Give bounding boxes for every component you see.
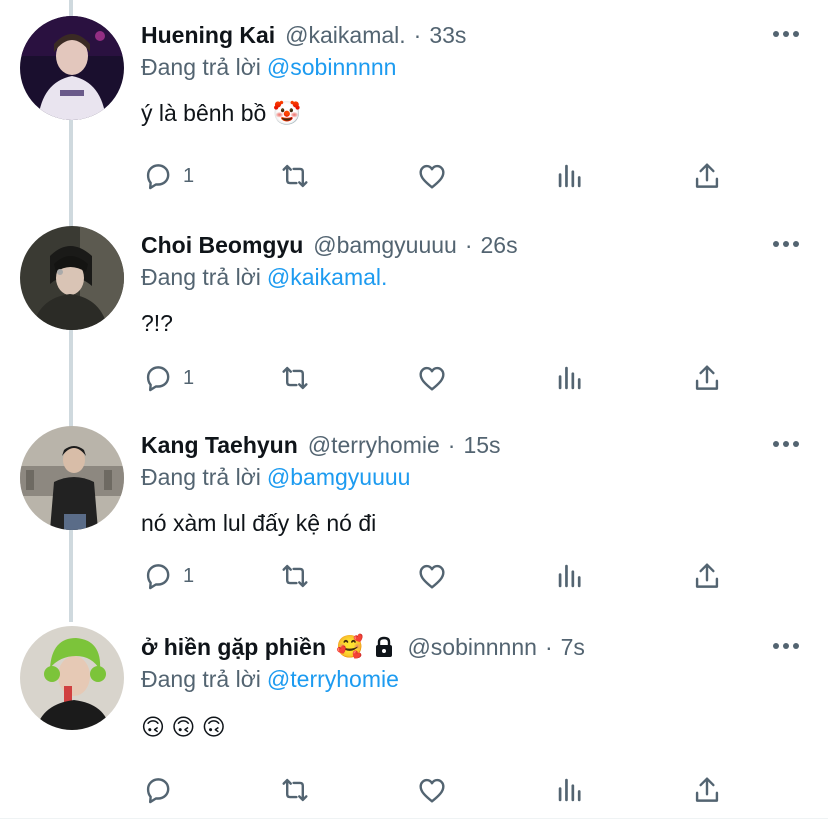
separator-dot: · — [413, 21, 422, 48]
like-icon — [415, 773, 449, 807]
reply-icon — [141, 361, 175, 395]
retweet-button[interactable] — [278, 358, 312, 398]
reply-mention-link[interactable]: @terryhomie — [267, 666, 399, 692]
display-name[interactable]: ở hiền gặp phiền — [141, 634, 326, 661]
more-horizontal-icon[interactable] — [772, 638, 800, 654]
share-button[interactable] — [690, 556, 724, 596]
share-button[interactable] — [690, 358, 724, 398]
like-button[interactable] — [415, 156, 449, 196]
replying-to: Đang trả lời @kaikamal. — [141, 264, 387, 291]
reply-count: 1 — [183, 366, 195, 389]
name-emoji: 🥰 — [336, 634, 364, 659]
reply-mention-link[interactable]: @kaikamal. — [267, 264, 388, 290]
display-name[interactable]: Kang Taehyun — [141, 432, 298, 459]
reply-mention-link[interactable]: @bamgyuuuu — [267, 464, 411, 490]
like-icon — [415, 159, 449, 193]
action-bar — [0, 770, 828, 810]
replying-to-label: Đang trả lời — [141, 464, 261, 490]
more-horizontal-icon[interactable] — [772, 26, 800, 42]
like-button[interactable] — [415, 770, 449, 810]
reply-icon — [141, 559, 175, 593]
more-horizontal-icon[interactable] — [772, 236, 800, 252]
action-bar: 1 — [0, 556, 828, 596]
views-button[interactable] — [553, 156, 587, 196]
timestamp[interactable]: 15s — [463, 432, 500, 459]
tweet-text: ý là bênh bồ 🤡 — [141, 100, 302, 126]
share-button[interactable] — [690, 156, 724, 196]
user-handle[interactable]: @terryhomie — [308, 432, 440, 459]
tweet-header: Kang Taehyun @terryhomie · 15s — [141, 430, 501, 460]
analytics-icon — [553, 159, 587, 193]
user-handle[interactable]: @bamgyuuuu — [313, 232, 457, 259]
reply-count: 1 — [183, 564, 195, 587]
lock-icon — [373, 635, 395, 659]
replying-to-label: Đang trả lời — [141, 264, 261, 290]
reply-button[interactable]: 1 — [141, 358, 194, 398]
analytics-icon — [553, 773, 587, 807]
display-name[interactable]: Huening Kai — [141, 22, 275, 49]
display-name[interactable]: Choi Beomgyu — [141, 232, 303, 259]
analytics-icon — [553, 361, 587, 395]
reply-icon — [141, 159, 175, 193]
avatar[interactable] — [20, 226, 124, 330]
retweet-button[interactable] — [278, 556, 312, 596]
tweet-text: ?!? — [141, 310, 173, 336]
share-icon — [690, 361, 724, 395]
retweet-button[interactable] — [278, 156, 312, 196]
replying-to: Đang trả lời @bamgyuuuu — [141, 464, 410, 491]
tweet-text: 🙃 🙃 🙃 — [141, 714, 226, 740]
reply-button[interactable]: 1 — [141, 556, 194, 596]
tweet-header: Choi Beomgyu @bamgyuuuu · 26s — [141, 230, 518, 260]
share-icon — [690, 159, 724, 193]
action-bar: 1 — [0, 358, 828, 398]
reply-mention-link[interactable]: @sobinnnnn — [267, 54, 397, 80]
replying-to-label: Đang trả lời — [141, 54, 261, 80]
retweet-icon — [278, 159, 312, 193]
reply-button[interactable]: 1 — [141, 156, 194, 196]
replying-to-label: Đang trả lời — [141, 666, 261, 692]
tweet[interactable]: ở hiền gặp phiền 🥰 @sobinnnnn · 7s Đang … — [0, 612, 828, 812]
like-button[interactable] — [415, 556, 449, 596]
timestamp[interactable]: 33s — [429, 22, 466, 49]
views-button[interactable] — [553, 770, 587, 810]
reply-icon — [141, 773, 175, 807]
avatar[interactable] — [20, 426, 124, 530]
replying-to: Đang trả lời @terryhomie — [141, 666, 399, 693]
tweet[interactable]: Choi Beomgyu @bamgyuuuu · 26s Đang trả l… — [0, 210, 828, 410]
tweet-text: nó xàm lul đấy kệ nó đi — [141, 510, 377, 536]
reply-count: 1 — [183, 164, 195, 187]
tweet[interactable]: Huening Kai @kaikamal. · 33s Đang trả lờ… — [0, 0, 828, 200]
like-icon — [415, 361, 449, 395]
user-handle[interactable]: @sobinnnnn — [407, 634, 537, 661]
avatar[interactable] — [20, 16, 124, 120]
views-button[interactable] — [553, 358, 587, 398]
more-horizontal-icon[interactable] — [772, 436, 800, 452]
tweet[interactable]: Kang Taehyun @terryhomie · 15s Đang trả … — [0, 410, 828, 610]
avatar[interactable] — [20, 626, 124, 730]
reply-button[interactable] — [141, 770, 183, 810]
share-button[interactable] — [690, 770, 724, 810]
share-icon — [690, 559, 724, 593]
user-handle[interactable]: @kaikamal. — [285, 22, 406, 49]
retweet-icon — [278, 361, 312, 395]
timestamp[interactable]: 7s — [561, 634, 585, 661]
replying-to: Đang trả lời @sobinnnnn — [141, 54, 396, 81]
timeline-divider — [0, 818, 828, 819]
retweet-button[interactable] — [278, 770, 312, 810]
separator-dot: · — [447, 431, 456, 458]
timestamp[interactable]: 26s — [481, 232, 518, 259]
tweet-header: Huening Kai @kaikamal. · 33s — [141, 20, 466, 50]
separator-dot: · — [464, 231, 473, 258]
views-button[interactable] — [553, 556, 587, 596]
separator-dot: · — [544, 633, 553, 660]
analytics-icon — [553, 559, 587, 593]
action-bar: 1 — [0, 156, 828, 196]
share-icon — [690, 773, 724, 807]
like-icon — [415, 559, 449, 593]
like-button[interactable] — [415, 358, 449, 398]
retweet-icon — [278, 559, 312, 593]
tweet-header: ở hiền gặp phiền 🥰 @sobinnnnn · 7s — [141, 632, 585, 662]
retweet-icon — [278, 773, 312, 807]
